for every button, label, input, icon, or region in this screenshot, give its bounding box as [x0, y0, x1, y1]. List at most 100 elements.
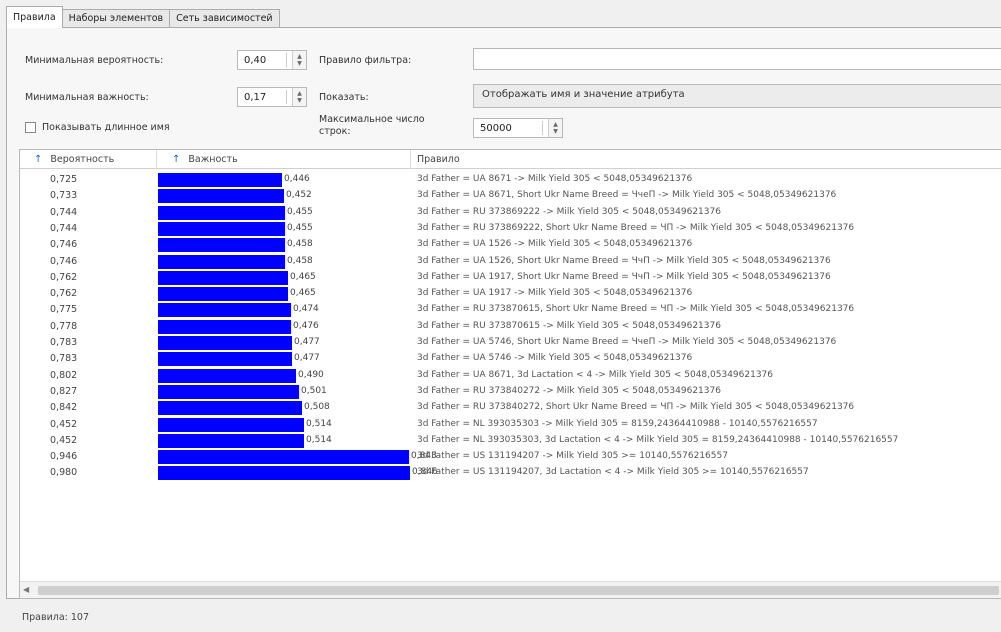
rules-count-status: Правила: 107 [22, 612, 90, 623]
show-label: Показать: [319, 92, 369, 103]
table-row[interactable]: 0,980 0,846 3d Father = US 131194207, 3d L… [20, 465, 1001, 481]
table-row[interactable]: 0,762 0,465 3d Father = UA 1917 -> Milk Yi… [20, 286, 1001, 302]
min-importance-label: Минимальная важность: [25, 92, 149, 103]
table-row[interactable]: 0,746 0,458 3d Father = UA 1526, Short Ukr… [20, 254, 1001, 270]
tab-bar: Правила Наборы элементов Сеть зависимост… [6, 6, 280, 28]
probability-cell: 0,725 [50, 174, 78, 185]
rule-cell: 3d Father = NL 393035303 -> Milk Yield 3… [417, 418, 818, 429]
max-rows-value: 50000 [480, 122, 512, 134]
rule-cell: 3d Father = UA 5746, Short Ukr Name Bree… [417, 337, 837, 347]
column-probability-label: Вероятность [50, 154, 115, 165]
horizontal-scrollbar[interactable]: ◀ [20, 581, 1001, 598]
importance-value: 0,477 [294, 353, 320, 364]
rule-filter-input[interactable] [473, 48, 1001, 70]
table-row[interactable]: 0,946 0,843 3d Father = US 131194207 -> Mi… [20, 449, 1001, 465]
probability-cell: 0,452 [50, 434, 78, 446]
min-probability-spinner[interactable]: 0,40 ▲ ▼ [237, 50, 307, 70]
show-long-name-label: Показывать длинное имя [42, 122, 170, 133]
importance-value: 0,455 [287, 206, 313, 217]
max-rows-label: Максимальное число строк: [319, 114, 425, 137]
column-rule[interactable]: Правило [417, 150, 460, 169]
table-row[interactable]: 0,725 0,446 3d Father = UA 8671 -> Milk Yi… [20, 172, 1001, 188]
probability-cell: 0,827 [50, 385, 78, 397]
importance-bar [158, 401, 302, 416]
spinner-arrows-icon[interactable]: ▲ ▼ [292, 88, 306, 106]
tab-itemsets[interactable]: Наборы элементов [61, 9, 171, 28]
rule-cell: 3d Father = RU 373840272 -> Milk Yield 3… [417, 385, 721, 396]
probability-cell: 0,744 [50, 222, 78, 234]
probability-cell: 0,842 [50, 402, 78, 414]
min-probability-value: 0,40 [244, 54, 267, 66]
importance-bar [158, 319, 291, 334]
probability-cell: 0,746 [50, 239, 78, 251]
rule-cell: 3d Father = UA 8671 -> Milk Yield 305 < … [417, 174, 693, 184]
probability-cell: 0,733 [50, 190, 78, 202]
importance-value: 0,508 [304, 402, 330, 413]
table-row[interactable]: 0,778 0,476 3d Father = RU 373870615 -> Mi… [20, 319, 1001, 335]
importance-bar [158, 254, 285, 269]
importance-value: 0,465 [290, 288, 316, 299]
table-row[interactable]: 0,452 0,514 3d Father = NL 393035303 -> Mi… [20, 417, 1001, 433]
probability-cell: 0,778 [50, 320, 78, 332]
importance-bar [158, 173, 282, 187]
probability-cell: 0,744 [50, 206, 78, 218]
column-importance-label: Важность [188, 154, 238, 165]
importance-value: 0,458 [287, 255, 313, 266]
importance-bar [158, 433, 304, 448]
probability-cell: 0,783 [50, 353, 78, 365]
table-row[interactable]: 0,744 0,455 3d Father = RU 373869222, Shor… [20, 221, 1001, 237]
tab-rules[interactable]: Правила [6, 6, 63, 28]
rule-cell: 3d Father = RU 373869222, Short Ukr Name… [417, 222, 855, 233]
column-probability[interactable]: ↑ Вероятность [34, 150, 114, 169]
importance-value: 0,476 [293, 320, 319, 331]
rule-filter-label: Правило фильтра: [319, 55, 412, 66]
table-row[interactable]: 0,746 0,458 3d Father = UA 1526 -> Milk Yi… [20, 237, 1001, 253]
min-importance-spinner[interactable]: 0,17 ▲ ▼ [237, 87, 307, 107]
column-importance[interactable]: ↑ Важность [172, 150, 238, 169]
rule-cell: 3d Father = UA 5746 -> Milk Yield 305 < … [417, 353, 693, 364]
rule-cell: 3d Father = RU 373840272, Short Ukr Name… [417, 402, 855, 413]
importance-bar [158, 221, 285, 236]
scroll-left-icon[interactable]: ◀ [23, 585, 29, 594]
importance-bar [158, 189, 284, 204]
table-row[interactable]: 0,733 0,452 3d Father = UA 8671, Short Ukr… [20, 188, 1001, 204]
table-row[interactable]: 0,744 0,455 3d Father = RU 373869222 -> Mi… [20, 205, 1001, 221]
table-row[interactable]: 0,827 0,501 3d Father = RU 373840272 -> Mi… [20, 384, 1001, 400]
rule-cell: 3d Father = RU 373870615 -> Milk Yield 3… [417, 320, 721, 331]
importance-value: 0,477 [294, 337, 320, 347]
importance-value: 0,514 [306, 434, 332, 445]
table-row[interactable]: 0,452 0,514 3d Father = NL 393035303, 3d L… [20, 433, 1001, 449]
table-row[interactable]: 0,842 0,508 3d Father = RU 373840272, Shor… [20, 400, 1001, 416]
probability-cell: 0,775 [50, 304, 78, 316]
min-probability-label: Минимальная вероятность: [25, 55, 164, 66]
sort-arrow-icon: ↑ [34, 154, 43, 165]
min-importance-value: 0,17 [244, 91, 267, 103]
rule-cell: 3d Father = UA 8671, 3d Lactation < 4 ->… [417, 369, 774, 380]
rules-panel: Минимальная вероятность: 0,40 ▲ ▼ Минимал… [6, 27, 1001, 599]
importance-bar [158, 205, 285, 220]
tab-dependency-network[interactable]: Сеть зависимостей [169, 9, 280, 28]
sort-arrow-icon: ↑ [172, 154, 181, 165]
importance-value: 0,514 [306, 418, 332, 429]
rules-table: ↑ Вероятность ↑ Важность Правило 0,725 0,44… [19, 149, 1001, 599]
importance-value: 0,474 [293, 304, 319, 315]
rule-cell: 3d Father = RU 373869222 -> Milk Yield 3… [417, 206, 721, 217]
spinner-arrows-icon[interactable]: ▲ ▼ [292, 51, 306, 69]
rule-cell: 3d Father = US 131194207 -> Milk Yield 3… [417, 451, 728, 462]
show-long-name-checkbox[interactable] [25, 122, 36, 133]
show-mode-select[interactable]: Отображать имя и значение атрибута [473, 84, 1001, 108]
rule-cell: 3d Father = UA 8671, Short Ukr Name Bree… [417, 190, 837, 201]
table-row[interactable]: 0,762 0,465 3d Father = UA 1917, Short Ukr… [20, 270, 1001, 286]
rule-cell: 3d Father = UA 1526, Short Ukr Name Bree… [417, 255, 831, 266]
table-row[interactable]: 0,783 0,477 3d Father = UA 5746, Short Ukr… [20, 335, 1001, 351]
rule-cell: 3d Father = UA 1917 -> Milk Yield 305 < … [417, 288, 693, 299]
table-row[interactable]: 0,783 0,477 3d Father = UA 5746 -> Milk Yi… [20, 351, 1001, 367]
table-row[interactable]: 0,775 0,474 3d Father = RU 373870615, Shor… [20, 302, 1001, 318]
spinner-arrows-icon[interactable]: ▲ ▼ [548, 119, 562, 137]
scrollbar-thumb[interactable] [38, 586, 999, 595]
table-row[interactable]: 0,802 0,490 3d Father = UA 8671, 3d Lactat… [20, 368, 1001, 384]
show-mode-value: Отображать имя и значение атрибута [482, 89, 685, 100]
importance-bar [158, 238, 285, 253]
max-rows-spinner[interactable]: 50000 ▲ ▼ [473, 118, 563, 138]
importance-bar [158, 384, 299, 399]
